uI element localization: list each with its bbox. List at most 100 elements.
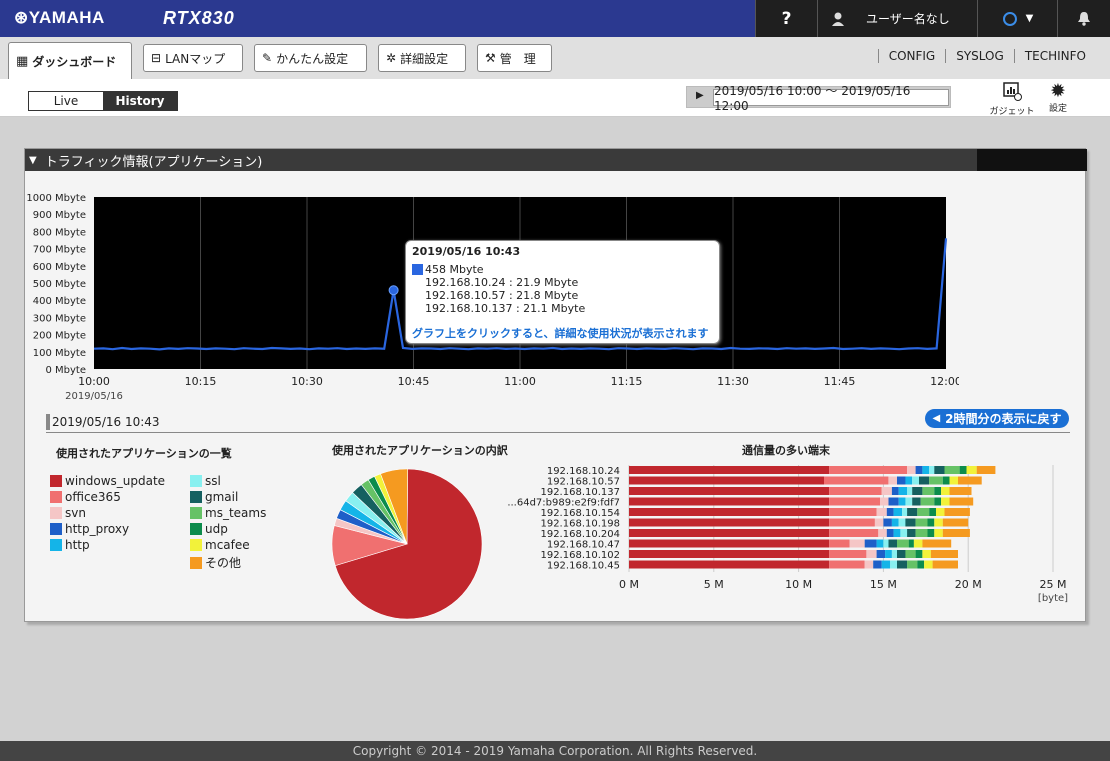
- bar-segment: [934, 518, 943, 527]
- x-unit-label: [byte]: [1038, 593, 1068, 604]
- x-tick-label: 11:00: [504, 375, 536, 388]
- bar-segment: [902, 508, 908, 516]
- bar-segment: [932, 560, 958, 569]
- bar-segment: [912, 497, 921, 506]
- settings-button[interactable]: ✹ 設定: [1044, 81, 1072, 114]
- app-pie-chart[interactable]: [330, 464, 490, 624]
- bar-segment: [917, 508, 930, 516]
- bar-segment: [829, 518, 875, 527]
- status-menu[interactable]: ▼: [977, 0, 1057, 37]
- bar-segment: [897, 476, 906, 485]
- mode-toggle: Live History: [28, 91, 178, 111]
- bar-segment: [922, 550, 931, 558]
- top-hosts-bar-chart[interactable]: 0 M 5 M 10 M 15 M 20 M 25 M [byte] 192.168.10.2…: [500, 460, 1080, 610]
- tab-dashboard[interactable]: ▦ ダッシュボード: [8, 42, 132, 79]
- panel-header[interactable]: ▼ トラフィック情報(アプリケーション): [25, 149, 1087, 171]
- top-links: CONFIG SYSLOG TECHINFO: [877, 49, 1096, 63]
- bar-segment: [919, 476, 930, 485]
- play-icon[interactable]: ▶: [696, 90, 704, 101]
- bar-segment: [881, 560, 891, 569]
- bar-segment: [629, 518, 830, 527]
- bar-segment: [907, 487, 913, 495]
- bar-segment: [944, 508, 970, 516]
- legend-label: gmail: [205, 490, 239, 504]
- x-tick-label: 12:00: [930, 375, 959, 388]
- legend-item: ssl: [190, 474, 221, 488]
- gadget-button[interactable]: ガジェット: [984, 81, 1040, 117]
- bar-segment: [915, 466, 923, 474]
- legend-label: その他: [205, 556, 242, 570]
- techinfo-link[interactable]: TECHINFO: [1013, 49, 1096, 63]
- x-tick-label: 15 M: [870, 578, 897, 591]
- bar-segment: [927, 518, 935, 527]
- legend-label: ssl: [205, 474, 221, 488]
- highlight-point: [388, 285, 399, 296]
- tab-easy-setup[interactable]: ✎ かんたん設定: [254, 44, 367, 72]
- wand-icon: ✎: [262, 51, 273, 65]
- bar-segment: [944, 466, 960, 474]
- gear-icon: ✹: [1050, 80, 1066, 102]
- legend-label: http: [65, 538, 90, 552]
- y-tick-label: 600 Mbyte: [33, 262, 86, 273]
- user-menu[interactable]: ユーザー名なし: [817, 0, 977, 37]
- notification-button[interactable]: [1057, 0, 1110, 37]
- legend-label: office365: [65, 490, 121, 504]
- history-button[interactable]: History: [103, 92, 177, 110]
- x-tick-label: 10:45: [398, 375, 430, 388]
- bell-icon: [1078, 12, 1090, 26]
- legend-label: udp: [205, 522, 228, 536]
- user-name: ユーザー名なし: [866, 12, 950, 26]
- config-link[interactable]: CONFIG: [877, 49, 946, 63]
- legend-swatch: [190, 491, 202, 503]
- legend-item: udp: [190, 522, 228, 536]
- live-button[interactable]: Live: [29, 92, 103, 110]
- y-tick-label: 100 Mbyte: [33, 348, 86, 359]
- y-tick-label: 700 Mbyte: [33, 245, 86, 256]
- bar-segment: [878, 529, 887, 537]
- bar-segment: [890, 560, 897, 569]
- x-date-label: 2019/05/16: [65, 391, 123, 402]
- legend-label: ms_teams: [205, 506, 267, 520]
- bar-segment: [876, 508, 887, 516]
- bar-segment: [908, 539, 914, 548]
- bar-segment: [934, 497, 942, 506]
- bar-segment: [959, 466, 967, 474]
- tab-lan-map[interactable]: ⊟ LANマップ: [143, 44, 243, 72]
- bar-segment: [629, 529, 830, 537]
- bar-segment: [949, 487, 972, 495]
- bar-segment: [934, 529, 943, 537]
- bar-segment: [915, 550, 923, 558]
- legend-label: windows_update: [65, 474, 166, 488]
- bar-segment: [888, 539, 897, 548]
- bar-segment: [929, 466, 935, 474]
- host-label: 192.168.10.24: [547, 466, 620, 477]
- bar-segment: [900, 529, 908, 537]
- bar-segment: [905, 497, 913, 506]
- tab-management[interactable]: ⚒ 管 理: [477, 44, 552, 72]
- bar-segment: [915, 518, 928, 527]
- bar-segment: [629, 476, 824, 485]
- y-tick-label: 400 Mbyte: [33, 296, 86, 307]
- bar-segment: [897, 550, 906, 558]
- user-icon: [832, 12, 844, 26]
- time-range-field[interactable]: 2019/05/16 10:00 ～ 2019/05/16 12:00: [713, 84, 949, 113]
- bar-segment: [949, 476, 958, 485]
- legend-swatch: [190, 523, 202, 535]
- legend-item: ms_teams: [190, 506, 266, 520]
- tab-advanced-settings[interactable]: ✲ 詳細設定: [378, 44, 466, 72]
- legend-label: mcafee: [205, 538, 250, 552]
- bar-segment: [876, 550, 886, 558]
- tooltip-time: 2019/05/16 10:43: [412, 245, 521, 258]
- bar-segment: [886, 508, 894, 516]
- x-tick-label: 10:30: [291, 375, 323, 388]
- bar-segment: [912, 476, 919, 485]
- syslog-link[interactable]: SYSLOG: [945, 49, 1014, 63]
- collapse-icon[interactable]: ▼: [29, 155, 37, 166]
- help-button[interactable]: ?: [755, 0, 817, 37]
- bar-segment: [936, 508, 945, 516]
- host-label: 192.168.10.204: [540, 529, 620, 540]
- legend-swatch: [190, 475, 202, 487]
- back-to-2h-button[interactable]: ◀ 2時間分の表示に戻す: [925, 409, 1069, 428]
- legend-swatch: [50, 523, 62, 535]
- legend-item: http: [50, 538, 90, 552]
